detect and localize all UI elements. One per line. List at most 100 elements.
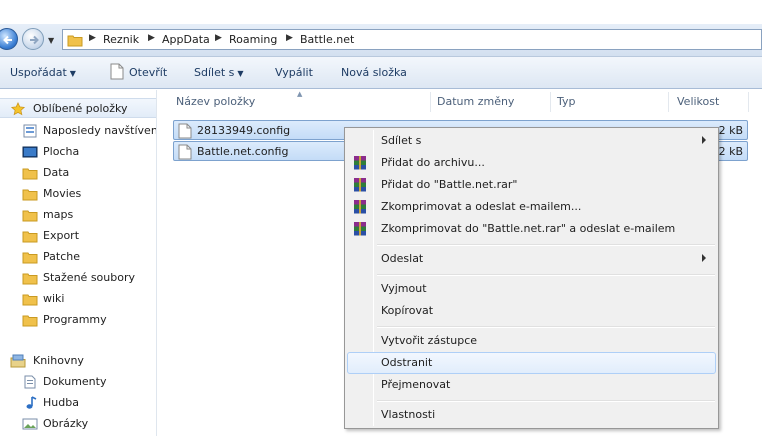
- burn-button[interactable]: Vypálit: [275, 66, 313, 79]
- document-icon: [178, 123, 192, 139]
- chevron-down-icon: ▼: [69, 69, 76, 78]
- column-divider[interactable]: [550, 92, 551, 112]
- winrar-icon: [354, 156, 366, 170]
- sidebar-item-label: Obrázky: [43, 417, 89, 430]
- column-header-date[interactable]: Datum změny: [437, 95, 514, 108]
- column-header-name[interactable]: Název položky: [176, 95, 255, 108]
- menu-item-create-shortcut[interactable]: Vytvořit zástupce: [347, 330, 716, 352]
- sidebar-item-label: Export: [43, 229, 80, 242]
- sidebar-item-label: maps: [43, 208, 74, 221]
- column-header-size[interactable]: Velikost: [677, 95, 719, 108]
- folder-icon: [22, 294, 38, 306]
- breadcrumb-separator[interactable]: ▶: [215, 33, 222, 43]
- sidebar-libraries-header[interactable]: Knihovny: [0, 351, 156, 371]
- menu-item-label: Odeslat: [381, 252, 424, 265]
- share-button[interactable]: Sdílet s ▼: [194, 66, 244, 79]
- documents-icon: [24, 375, 36, 389]
- sidebar-item-downloads[interactable]: Stažené soubory: [0, 268, 156, 288]
- open-button[interactable]: Otevřít: [129, 66, 167, 79]
- menu-separator: [377, 400, 715, 402]
- menu-item-label: Přidat do "Battle.net.rar": [381, 178, 518, 191]
- breadcrumb-separator[interactable]: ▶: [148, 33, 155, 43]
- context-menu: Sdílet s Přidat do archivu... Přidat do …: [344, 127, 719, 429]
- chevron-down-icon: ▼: [237, 69, 244, 78]
- menu-item-label: Zkomprimovat a odeslat e-mailem...: [381, 200, 582, 213]
- file-name: Battle.net.config: [197, 145, 289, 158]
- sidebar-item-patche[interactable]: Patche: [0, 247, 156, 267]
- menu-item-share[interactable]: Sdílet s: [347, 130, 716, 152]
- organize-button[interactable]: Uspořádat ▼: [10, 66, 76, 79]
- breadcrumb-reznik[interactable]: Reznik: [103, 33, 139, 46]
- sidebar-item-pictures[interactable]: Obrázky: [0, 414, 156, 434]
- folder-icon: [22, 273, 38, 285]
- menu-item-label: Přejmenovat: [381, 378, 451, 391]
- menu-item-label: Přidat do archivu...: [381, 156, 485, 169]
- menu-item-rename[interactable]: Přejmenovat: [347, 374, 716, 396]
- menu-item-compress-rar-email[interactable]: Zkomprimovat do "Battle.net.rar" a odesl…: [347, 218, 716, 240]
- menu-item-send-to[interactable]: Odeslat: [347, 248, 716, 270]
- sidebar-item-label: Stažené soubory: [43, 271, 135, 284]
- menu-item-label: Odstranit: [381, 356, 433, 369]
- music-note-icon: [26, 396, 37, 409]
- sidebar-item-label: Patche: [43, 250, 80, 263]
- libraries-icon: [10, 354, 26, 368]
- sidebar-favorites-label: Oblíbené položky: [33, 102, 128, 115]
- menu-item-properties[interactable]: Vlastnosti: [347, 404, 716, 426]
- sidebar-item-music[interactable]: Hudba: [0, 393, 156, 413]
- column-header-type[interactable]: Typ: [557, 95, 576, 108]
- menu-item-label: Vytvořit zástupce: [381, 334, 478, 347]
- sidebar-item-data[interactable]: Data: [0, 163, 156, 183]
- sidebar-item-wiki[interactable]: wiki: [0, 289, 156, 309]
- breadcrumb-separator[interactable]: ▶: [286, 33, 293, 43]
- menu-item-delete[interactable]: Odstranit: [347, 352, 716, 374]
- file-size: 2 kB: [718, 145, 743, 158]
- menu-separator: [377, 244, 715, 246]
- folder-icon: [22, 315, 38, 327]
- recent-pages-dropdown[interactable]: ▼: [48, 36, 54, 45]
- breadcrumb-roaming[interactable]: Roaming: [229, 33, 277, 46]
- back-button[interactable]: [0, 28, 18, 50]
- sidebar-item-export[interactable]: Export: [0, 226, 156, 246]
- address-box[interactable]: ▶ Reznik ▶ AppData ▶ Roaming ▶ Battle.ne…: [62, 29, 762, 50]
- sidebar-item-label: wiki: [43, 292, 65, 305]
- address-bar-region: ▼ ▶ Reznik ▶ AppData ▶ Roaming ▶ Battle.…: [0, 24, 762, 57]
- breadcrumb-separator[interactable]: ▶: [89, 33, 96, 43]
- folder-icon: [22, 189, 38, 201]
- sidebar-item-label: Programmy: [43, 313, 107, 326]
- column-divider[interactable]: [430, 92, 431, 112]
- menu-item-label: Vlastnosti: [381, 408, 436, 421]
- menu-item-copy[interactable]: Kopírovat: [347, 300, 716, 322]
- menu-item-add-to-rar[interactable]: Přidat do "Battle.net.rar": [347, 174, 716, 196]
- menu-separator: [377, 274, 715, 276]
- winrar-icon: [354, 178, 366, 192]
- submenu-arrow-icon: [702, 254, 706, 262]
- sidebar-item-recent-places[interactable]: Naposledy navštívené: [0, 121, 156, 141]
- menu-item-cut[interactable]: Vyjmout: [347, 278, 716, 300]
- forward-arrow-icon: [30, 35, 39, 45]
- sidebar-item-desktop[interactable]: Plocha: [0, 142, 156, 162]
- sidebar-item-movies[interactable]: Movies: [0, 184, 156, 204]
- menu-item-label: Kopírovat: [381, 304, 434, 317]
- menu-item-label: Sdílet s: [381, 134, 422, 147]
- sidebar-favorites-header[interactable]: Oblíbené položky: [0, 98, 156, 118]
- sidebar-item-programmy[interactable]: Programmy: [0, 310, 156, 330]
- sort-ascending-icon: ▲: [297, 90, 303, 98]
- menu-item-compress-email[interactable]: Zkomprimovat a odeslat e-mailem...: [347, 196, 716, 218]
- new-folder-button[interactable]: Nová složka: [341, 66, 407, 79]
- winrar-icon: [354, 222, 366, 236]
- breadcrumb-battlenet[interactable]: Battle.net: [300, 33, 354, 46]
- breadcrumb-appdata[interactable]: AppData: [162, 33, 210, 46]
- sidebar-item-label: Hudba: [43, 396, 79, 409]
- folder-icon: [22, 210, 38, 222]
- column-divider[interactable]: [668, 92, 669, 112]
- star-icon: [10, 102, 26, 116]
- pictures-icon: [22, 418, 38, 430]
- winrar-icon: [354, 200, 366, 214]
- menu-item-add-to-archive[interactable]: Přidat do archivu...: [347, 152, 716, 174]
- desktop-icon: [22, 146, 38, 158]
- menu-item-label: Zkomprimovat do "Battle.net.rar" a odesl…: [381, 222, 676, 235]
- forward-button[interactable]: [22, 28, 44, 50]
- sidebar-item-documents[interactable]: Dokumenty: [0, 372, 156, 392]
- column-divider[interactable]: [748, 92, 749, 112]
- sidebar-item-maps[interactable]: maps: [0, 205, 156, 225]
